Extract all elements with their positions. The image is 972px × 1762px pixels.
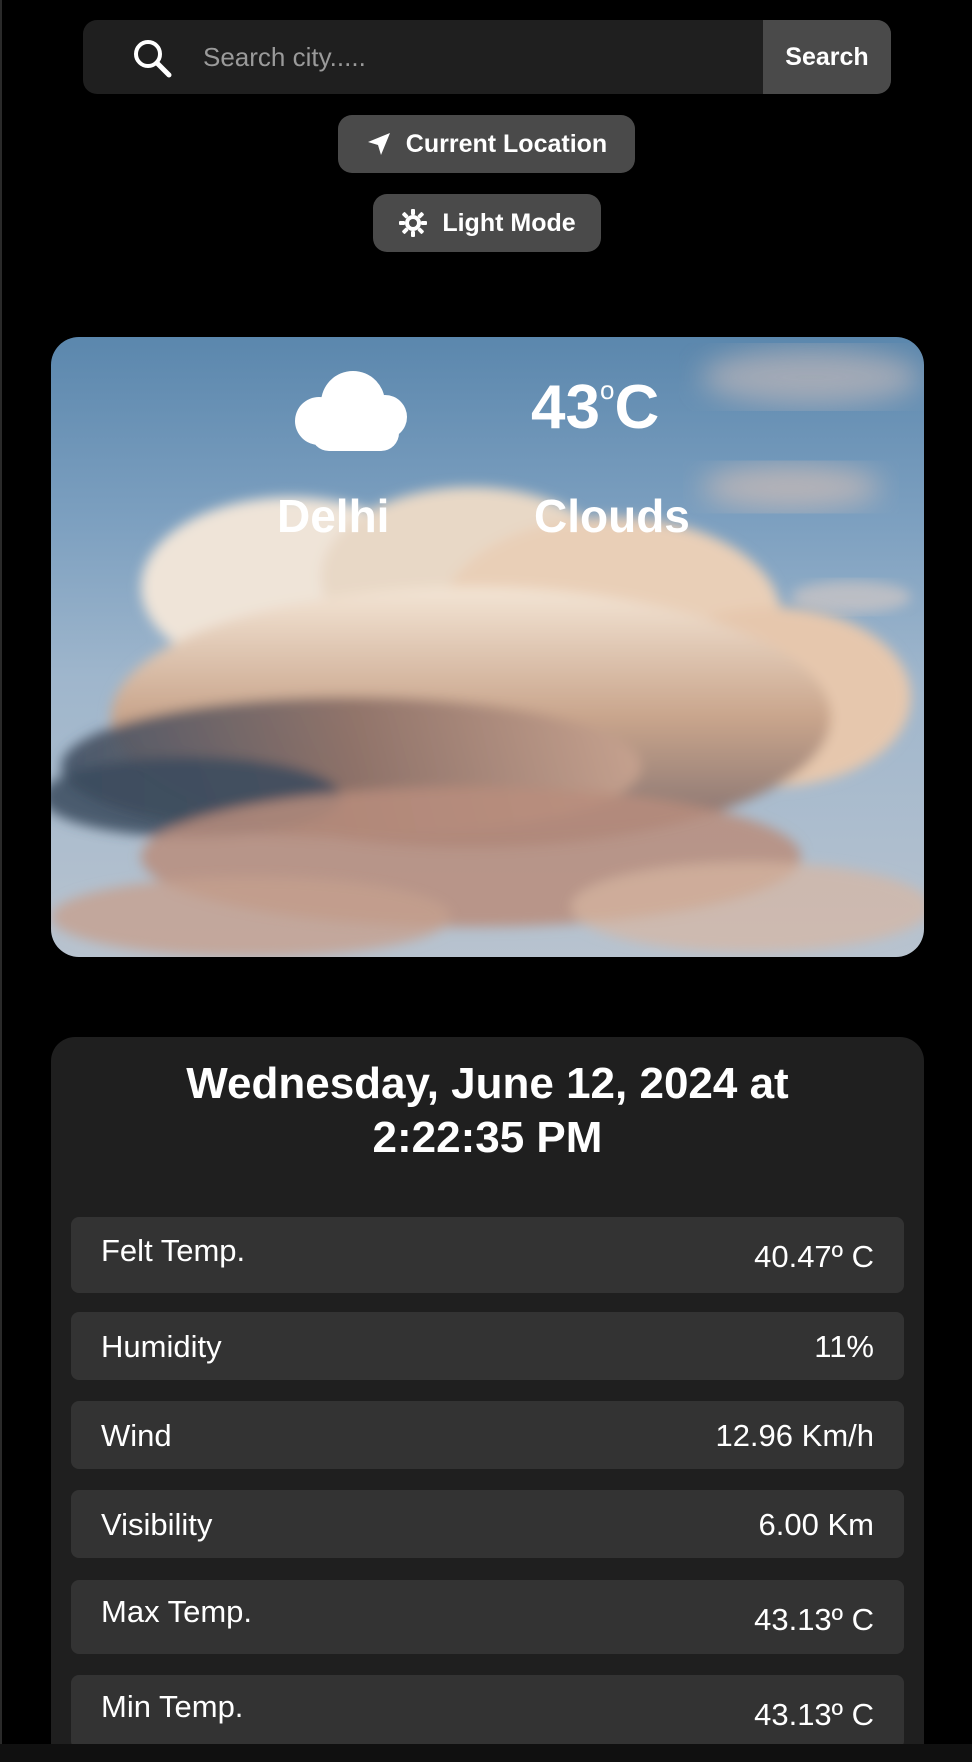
detail-row-visibility: Visibility 6.00 Km	[71, 1490, 904, 1558]
light-mode-button[interactable]: Light Mode	[373, 194, 601, 252]
detail-value: 43.13º C	[754, 1602, 874, 1637]
detail-row-min-temp: Min Temp. 43.13º C	[71, 1675, 904, 1749]
detail-value: 6.00 Km	[758, 1507, 874, 1542]
window-bottom-edge	[0, 1744, 972, 1762]
degree-symbol: o	[599, 375, 615, 405]
detail-row-felt-temp: Felt Temp. 40.47º C	[71, 1217, 904, 1293]
location-arrow-icon	[366, 131, 392, 157]
detail-label: Felt Temp.	[101, 1233, 246, 1268]
light-mode-label: Light Mode	[442, 208, 576, 237]
detail-value: 12.96 Km/h	[715, 1418, 874, 1453]
weather-card: 43oC Delhi Clouds	[51, 337, 924, 957]
detail-label: Visibility	[101, 1507, 213, 1542]
weather-condition: Clouds	[534, 490, 690, 542]
detail-label: Max Temp.	[101, 1594, 253, 1629]
city-name: Delhi	[277, 490, 390, 542]
detail-row-max-temp: Max Temp. 43.13º C	[71, 1580, 904, 1654]
search-bar: Search	[83, 20, 891, 94]
cloud-icon	[289, 365, 413, 455]
detail-value: 11%	[814, 1329, 874, 1364]
temperature-unit: C	[614, 373, 660, 442]
detail-row-wind: Wind 12.96 Km/h	[71, 1401, 904, 1469]
weather-details-panel: Wednesday, June 12, 2024 at 2:22:35 PM F…	[51, 1037, 924, 1762]
detail-label: Humidity	[101, 1329, 222, 1364]
temperature: 43oC	[531, 377, 659, 439]
search-button[interactable]: Search	[763, 20, 891, 94]
temperature-value: 43	[531, 373, 600, 442]
search-input[interactable]	[203, 20, 843, 94]
window-edge	[0, 0, 2, 1762]
sun-icon	[398, 208, 428, 238]
detail-label: Wind	[101, 1418, 172, 1453]
detail-value: 40.47º C	[754, 1239, 874, 1274]
current-location-button[interactable]: Current Location	[338, 115, 635, 173]
date-time: Wednesday, June 12, 2024 at 2:22:35 PM	[186, 1059, 789, 1162]
detail-row-humidity: Humidity 11%	[71, 1312, 904, 1380]
cloud-background-image	[51, 349, 924, 957]
detail-value: 43.13º C	[754, 1697, 874, 1732]
search-icon[interactable]	[132, 38, 172, 78]
current-location-label: Current Location	[405, 129, 608, 158]
detail-label: Min Temp.	[101, 1689, 244, 1724]
